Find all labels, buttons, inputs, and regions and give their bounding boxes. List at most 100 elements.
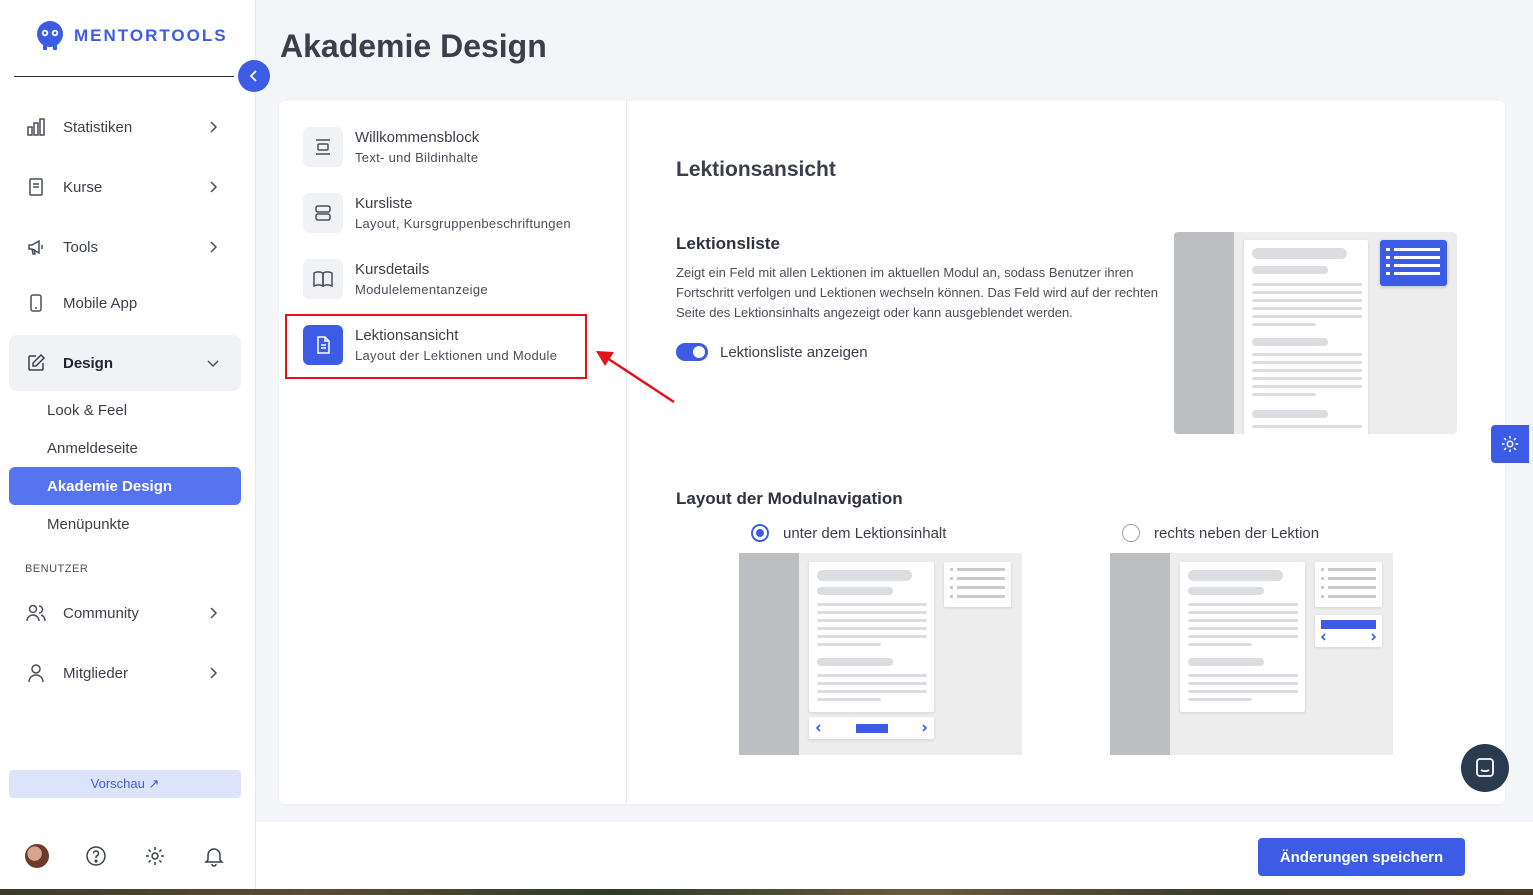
chat-launcher-button[interactable] [1461,744,1509,792]
sidebar-item-design[interactable]: Design [9,335,241,391]
preview-line [1252,248,1347,259]
preview-line [1188,674,1298,677]
preview-line [1252,393,1316,396]
radio-selected[interactable] [751,524,769,542]
section-label-benutzer: BENUTZER [25,563,89,575]
settings-menu-willkommensblock[interactable]: Willkommensblock Text- und Bildinhalte [303,119,603,175]
sidebar-item-mitglieder[interactable]: Mitglieder [9,645,241,701]
preview-line [1188,658,1264,666]
menu-subtitle: Modulelementanzeige [355,282,488,297]
radio-option-below[interactable]: unter dem Lektionsinhalt [751,524,946,542]
page-title: Akademie Design [280,28,547,64]
radio-unselected[interactable] [1122,524,1140,542]
sidebar-item-statistiken[interactable]: Statistiken [9,99,241,155]
open-book-icon [303,259,343,299]
card-divider [626,101,627,804]
chevron-right-icon [210,121,218,133]
sidebar-subitem-anmeldeseite[interactable]: Anmeldeseite [9,429,241,467]
collapse-sidebar-button[interactable] [238,60,270,92]
preview-line [1252,299,1362,302]
sidebar-item-label: Mitglieder [63,664,129,682]
lesson-list-toggle-row[interactable]: Lektionsliste anzeigen [676,343,868,361]
nav-below-illustration[interactable] [739,553,1022,755]
list-lines-icon [1321,568,1376,598]
preview-line [1252,353,1362,356]
nav-right-illustration[interactable] [1110,553,1393,755]
edit-icon [25,352,47,374]
preview-line [1188,627,1298,630]
sidebar-item-kurse[interactable]: Kurse [9,159,241,215]
module-nav-arrows-icon [1320,620,1377,641]
align-center-icon [303,127,343,167]
sidebar-item-label: Tools [63,238,99,256]
preview-paper [1244,240,1368,434]
radio-option-right[interactable]: rechts neben der Lektion [1122,524,1319,542]
sidebar-item-mobile-app[interactable]: Mobile App [9,275,241,331]
sidebar-subitem-menuepunkte[interactable]: Menüpunkte [9,505,241,543]
preview-line [1252,307,1362,310]
list-layout-icon [303,193,343,233]
preview-line [1188,603,1298,606]
preview-line [817,619,927,622]
floating-settings-button[interactable] [1491,425,1529,463]
megaphone-icon [25,236,47,258]
sidebar-footer [0,840,256,872]
chevron-right-icon [210,667,218,679]
chevron-right-icon [210,607,218,619]
preview-line [1188,619,1298,622]
sidebar-subitem-look-feel[interactable]: Look & Feel [9,391,241,429]
chevron-left-icon [249,70,257,82]
preview-line [817,682,927,685]
lesson-list-description: Zeigt ein Feld mit allen Lektionen im ak… [676,265,1158,320]
brand-logo[interactable]: MENTORTOOLS [34,20,228,52]
lesson-list-preview-illustration [1174,232,1457,434]
settings-menu-kursliste[interactable]: Kursliste Layout, Kursgruppenbeschriftun… [303,185,603,241]
preview-button[interactable]: Vorschau ↗ [9,770,241,798]
bell-icon[interactable] [203,845,225,867]
preview-line [1188,635,1298,638]
settings-menu-kursdetails[interactable]: Kursdetails Modulelementanzeige [303,251,603,307]
preview-line [1252,315,1362,318]
chat-icon [1476,758,1494,777]
preview-line [817,611,927,614]
preview-line [817,643,881,646]
preview-line [817,627,927,630]
chevron-down-icon [207,360,219,368]
sidebar-item-tools[interactable]: Tools [9,219,241,275]
annotation-highlight-box [285,314,587,379]
preview-line [1188,587,1264,595]
radio-label: rechts neben der Lektion [1154,524,1320,542]
preview-sidebar [739,553,799,755]
preview-line [1252,425,1362,428]
preview-line [1252,410,1328,418]
sidebar-subitem-akademie-design[interactable]: Akademie Design [9,467,241,505]
preview-line [817,635,927,638]
sidebar-item-label: Kurse [63,178,103,196]
preview-line [1188,682,1298,685]
chevron-right-icon [210,181,218,193]
preview-line [817,698,881,701]
preview-line [1252,369,1362,372]
book-icon [25,176,47,198]
preview-line [1252,377,1362,380]
sidebar-item-community[interactable]: Community [9,585,241,641]
save-changes-button[interactable]: Änderungen speichern [1258,838,1465,876]
preview-paper [1180,562,1305,712]
preview-line [1188,690,1298,693]
menu-subtitle: Text- und Bildinhalte [355,150,479,165]
preview-line [1188,643,1252,646]
preview-line [817,674,927,677]
preview-line [1252,338,1328,346]
preview-line [1252,323,1316,326]
preview-line [817,570,912,581]
sidebar: MENTORTOOLS Statistiken Kurse Tools Mobi… [0,0,256,895]
gear-icon[interactable] [144,845,166,867]
avatar[interactable] [25,844,49,868]
module-nav-arrows-icon [815,724,928,733]
toggle-label: Lektionsliste anzeigen [720,343,868,361]
lesson-list-toggle[interactable] [676,343,708,361]
preview-line [817,658,893,666]
section-title: Lektionsansicht [676,158,836,181]
gear-icon [1501,435,1519,453]
help-icon[interactable] [85,845,107,867]
